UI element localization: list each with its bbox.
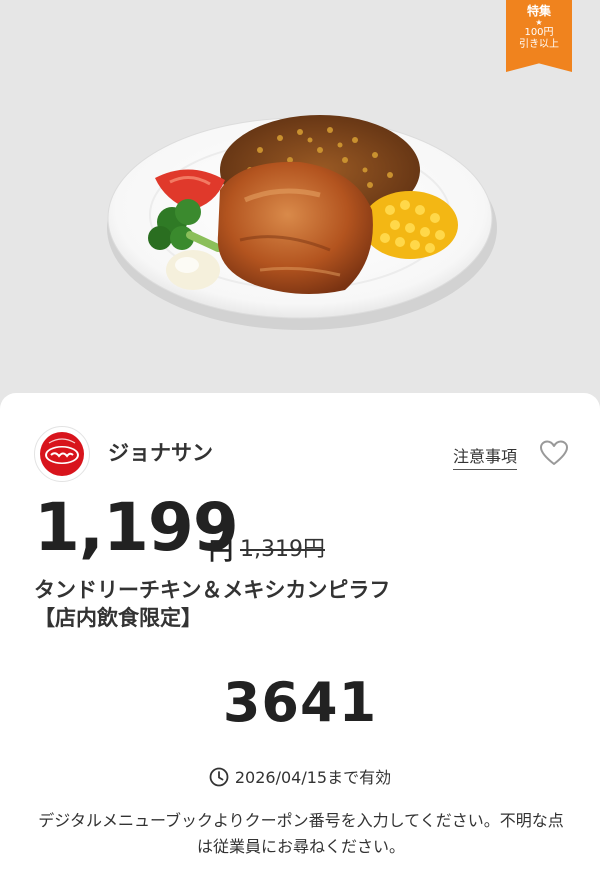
validity-row: 2026/04/15まで有効 <box>0 764 600 788</box>
notes-link[interactable]: 注意事項 <box>453 443 518 470</box>
clock-icon <box>209 767 229 787</box>
badge-title: 特集 <box>526 4 551 18</box>
product-title: タンドリーチキン＆メキシカンピラフ <box>34 578 391 602</box>
coupon-price: 1,199 <box>34 489 239 566</box>
brand-logo <box>34 426 90 482</box>
badge-star: ★ <box>535 18 543 27</box>
original-price: 1,319円 <box>240 537 325 562</box>
product-restriction: 【店内飲食限定】 <box>34 606 202 630</box>
badge-discount: 100円 <box>524 27 554 38</box>
price-currency: 円 <box>209 537 233 565</box>
brand-name: ジョナサン <box>108 441 213 465</box>
coupon-code: 3641 <box>222 671 378 734</box>
heart-icon[interactable] <box>539 439 569 467</box>
special-feature-badge: 特集 ★ 100円 引き以上 <box>506 0 572 72</box>
badge-discount-suffix: 引き以上 <box>519 39 559 50</box>
food-image: 特集 ★ 100円 引き以上 <box>0 0 600 420</box>
jonathan-logo-icon <box>40 432 84 476</box>
usage-instructions: デジタルメニューブックよりクーポン番号を入力してください。不明な点は従業員にお尋… <box>38 811 564 856</box>
validity-text: 2026/04/15まで有効 <box>234 768 392 787</box>
coupon-card: ジョナサン 注意事項 1,199 円 1,319円 タンドリーチキン＆メキシカン… <box>0 393 600 880</box>
